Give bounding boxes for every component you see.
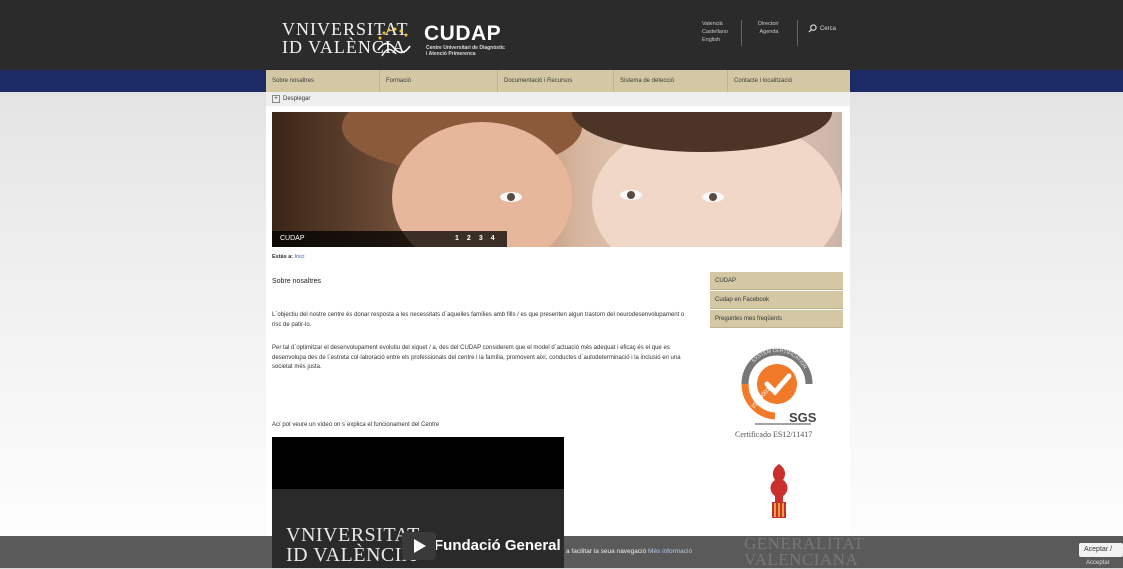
search-icon (808, 24, 817, 33)
slide-4-button[interactable]: 4 (491, 235, 495, 242)
hero-slider[interactable]: CUDAP 1 2 3 4 (272, 112, 842, 247)
video-uv-line2: ID VALÈNCIA (286, 544, 417, 566)
cookie-text: a facilitar la seua navegació Més inform… (566, 548, 692, 555)
intro-paragraph: L´objectiu del nostre centre és donar re… (272, 312, 685, 328)
header-divider (797, 20, 798, 46)
directori-link[interactable]: Directori (758, 20, 778, 28)
header-links: Directori Agenda (758, 20, 778, 36)
menu-item-sobre-nosaltres[interactable]: Sobre nosaltres (266, 70, 380, 92)
sidebar-link-faq[interactable]: Preguntes mes freqüents (710, 310, 843, 328)
menu-item-documentacio[interactable]: Documentació i Recursos (498, 70, 614, 92)
menu-item-formacio[interactable]: Formació (380, 70, 498, 92)
slide-pager: 1 2 3 4 (455, 235, 495, 242)
sgs-text: SGS (789, 410, 817, 425)
model-paragraph: Per tal d´optimitzar el desenvolupament … (272, 345, 681, 370)
page-title: Sobre nosaltres (272, 278, 322, 285)
hero-photo-eye (500, 192, 522, 202)
slide-1-button[interactable]: 1 (455, 235, 459, 242)
desplegar-label: Desplegar (283, 96, 311, 102)
slide-2-button[interactable]: 2 (467, 235, 471, 242)
sidebar-link-cudap[interactable]: CUDAP (710, 272, 843, 290)
menu-item-sistema-deteccio[interactable]: Sistema de detecció (614, 70, 728, 92)
cookie-message: a facilitar la seua navegació (566, 548, 647, 555)
hero-photo-eye (620, 190, 642, 200)
cudap-logo-subtitle: Centre Universitari de Diagnòstic i Aten… (426, 45, 505, 57)
search-label: Cerca (820, 25, 837, 32)
video-uv-logo: VNIVERSITAT ID VALÈNCIA (286, 525, 420, 565)
lang-castellano[interactable]: Castellano (702, 28, 728, 36)
top-header (0, 0, 1123, 70)
certificate-number: Certificado ES12/11417 (735, 430, 813, 439)
main-menu: Sobre nosaltres Formació Documentació i … (266, 70, 850, 92)
generalitat-line2: VALENCIANA (744, 550, 859, 569)
breadcrumb-home-link[interactable]: Inici (295, 254, 305, 260)
agenda-link[interactable]: Agenda (758, 28, 779, 36)
hero-caption: CUDAP (280, 235, 305, 242)
language-list: Valencià Castellano English (702, 20, 728, 44)
slide-3-button[interactable]: 3 (479, 235, 483, 242)
cookie-more-info-link[interactable]: Més informació (648, 548, 692, 555)
header-divider (741, 20, 742, 46)
breadcrumb-prefix: Estàs a: (272, 254, 294, 260)
cookie-accept-button[interactable]: Aceptar / (1079, 543, 1123, 557)
menu-item-contacte[interactable]: Contacte i localització (728, 70, 850, 92)
expand-icon: + (272, 95, 280, 103)
lang-english[interactable]: English (702, 36, 728, 44)
generalitat-crest-icon (770, 464, 788, 518)
sgs-certification-logo: SYSTEM CERTIFICATION ISO 9001 SGS (741, 348, 817, 425)
generalitat-logo-text: GENERALITAT VALENCIANA (744, 535, 864, 569)
desplegar-toggle[interactable]: + Desplegar (272, 95, 310, 103)
lang-valencia[interactable]: Valencià (702, 20, 728, 28)
cudap-subtitle-line2: i Atenció Primerenca (426, 51, 476, 57)
video-fundacio-text: Fundació General (434, 537, 561, 554)
submenu-bar (266, 92, 850, 106)
search-link[interactable]: Cerca (808, 24, 836, 33)
cookie-accept-label[interactable]: Acceptar (1086, 560, 1110, 566)
play-button[interactable] (402, 532, 436, 560)
hero-photo-eye (702, 192, 724, 202)
hero-caption-bar: CUDAP 1 2 3 4 (272, 231, 507, 247)
sidebar-link-facebook[interactable]: Cudap en Facebook (710, 291, 843, 309)
video-player[interactable]: VNIVERSITAT ID VALÈNCIA Fundació General (272, 437, 564, 568)
cudap-logo-title[interactable]: CUDAP (424, 22, 501, 46)
cudap-dots-icon (377, 27, 411, 57)
video-intro-text: Ací pot veure un vídeo on s´explica el f… (272, 422, 440, 428)
video-uv-line1: VNIVERSITAT (286, 524, 420, 546)
breadcrumb: Estàs a: Inici (272, 254, 304, 260)
